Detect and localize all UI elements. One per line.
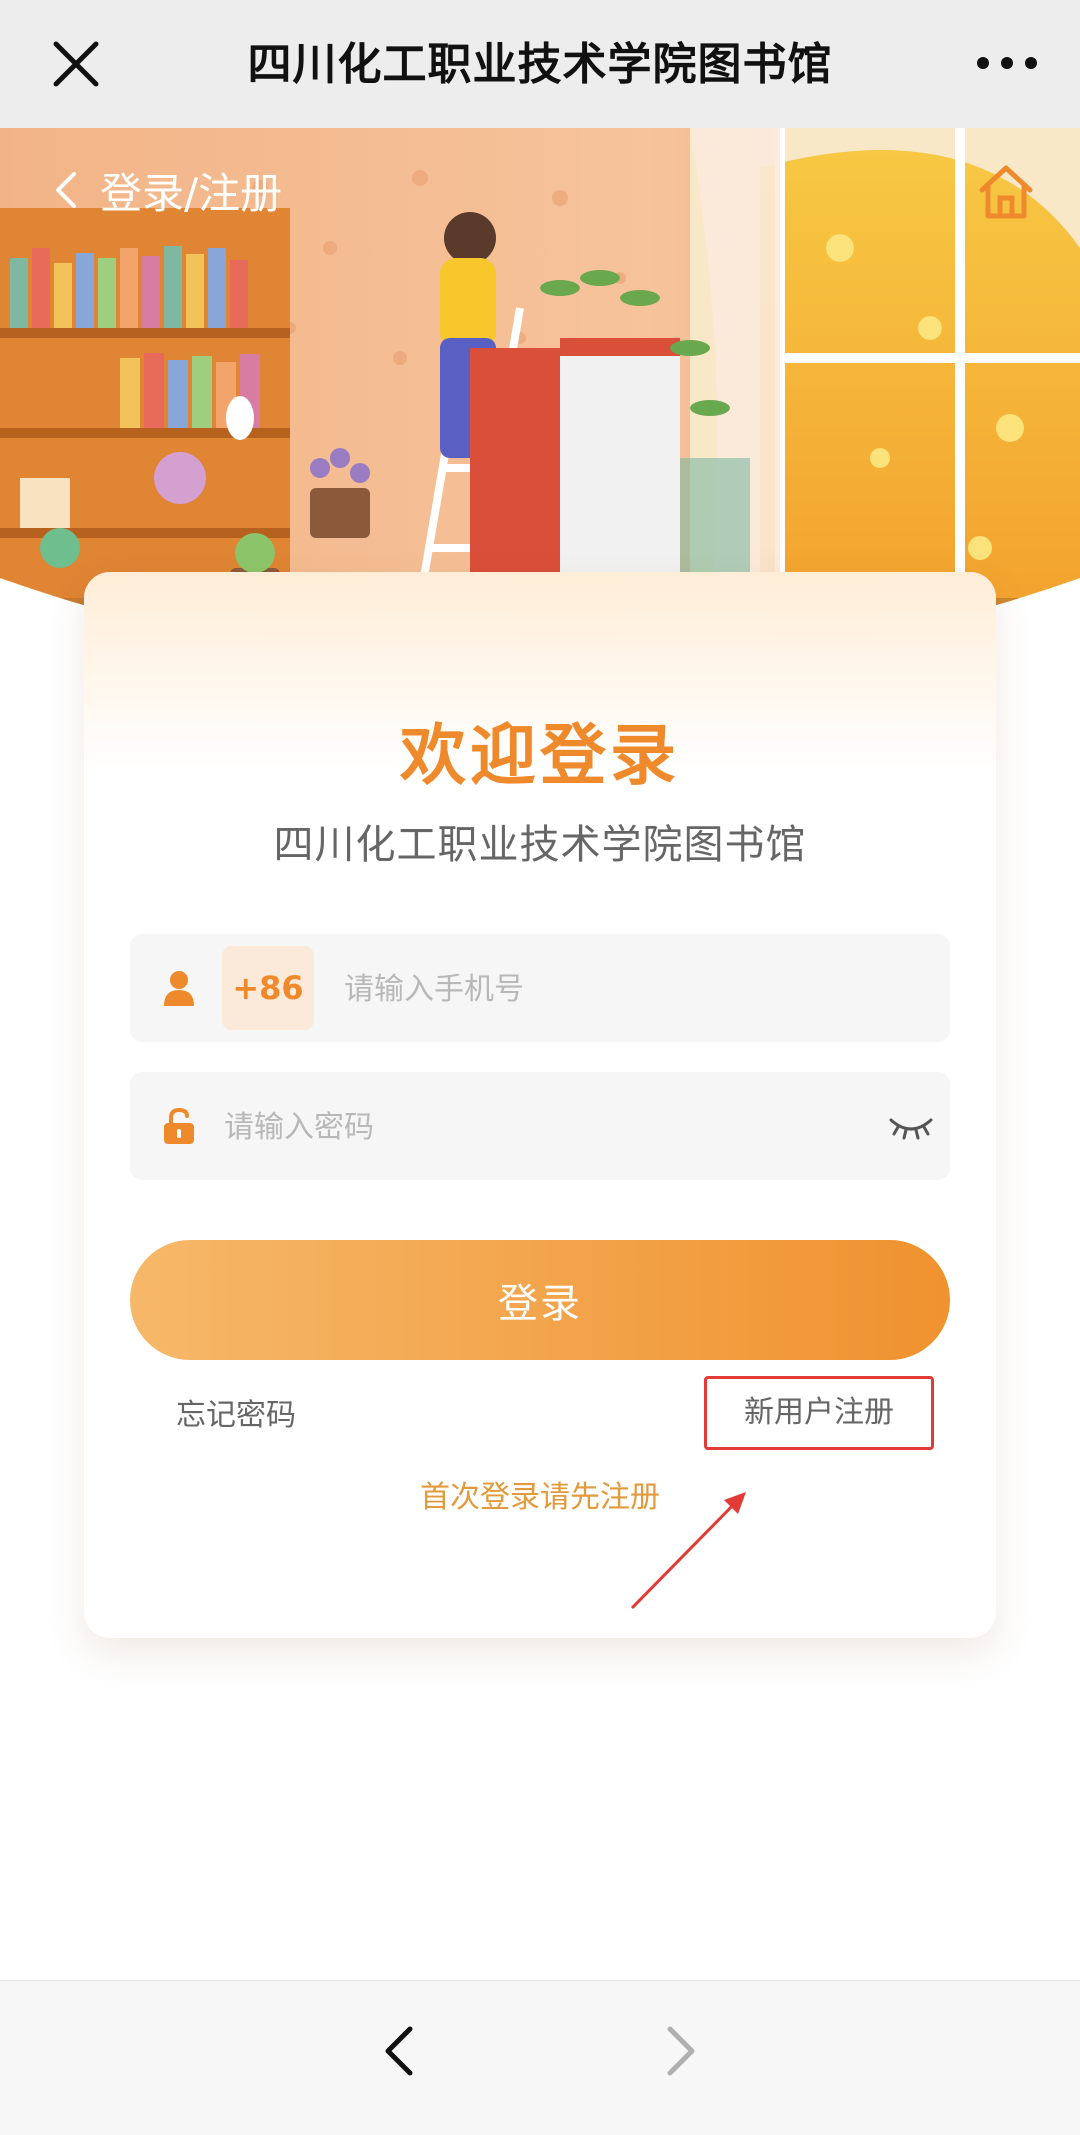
library-name: 四川化工职业技术学院图书馆 [273, 822, 807, 868]
phone-field: +86 [130, 934, 950, 1044]
country-code[interactable]: +86 [222, 946, 314, 1030]
top-bar: 四川化工职业技术学院图书馆 [0, 0, 1080, 128]
chevron-left-icon [56, 172, 76, 208]
login-button[interactable]: 登录 [130, 1240, 950, 1360]
lock-icon [164, 1108, 194, 1144]
forgot-password-link[interactable]: 忘记密码 [176, 1390, 296, 1434]
back-navigation[interactable]: 登录/注册 [52, 160, 282, 220]
register-hint: 首次登录请先注册 [420, 1480, 660, 1515]
annotation-arrow [630, 1492, 746, 1610]
back-label: 登录/注册 [100, 168, 283, 218]
phone-input[interactable] [342, 934, 926, 1044]
home-icon[interactable] [974, 162, 1038, 222]
password-field [130, 1072, 950, 1182]
arrow-right-icon[interactable] [660, 2023, 700, 2079]
close-icon[interactable] [50, 38, 102, 90]
password-input[interactable] [222, 1072, 846, 1182]
bottom-nav-bar [0, 1980, 1080, 2135]
register-link[interactable]: 新用户注册 [704, 1376, 934, 1450]
welcome-heading: 欢迎登录 [400, 717, 680, 794]
login-card: 欢迎登录 四川化工职业技术学院图书馆 +86 登录 忘记密码 新用户注册 首次登… [84, 572, 996, 1638]
page-title: 四川化工职业技术学院图书馆 [247, 39, 833, 90]
arrow-left-icon[interactable] [380, 2023, 420, 2079]
user-icon [164, 971, 194, 1006]
more-icon[interactable] [974, 48, 1040, 78]
eye-closed-icon[interactable] [888, 1112, 934, 1140]
